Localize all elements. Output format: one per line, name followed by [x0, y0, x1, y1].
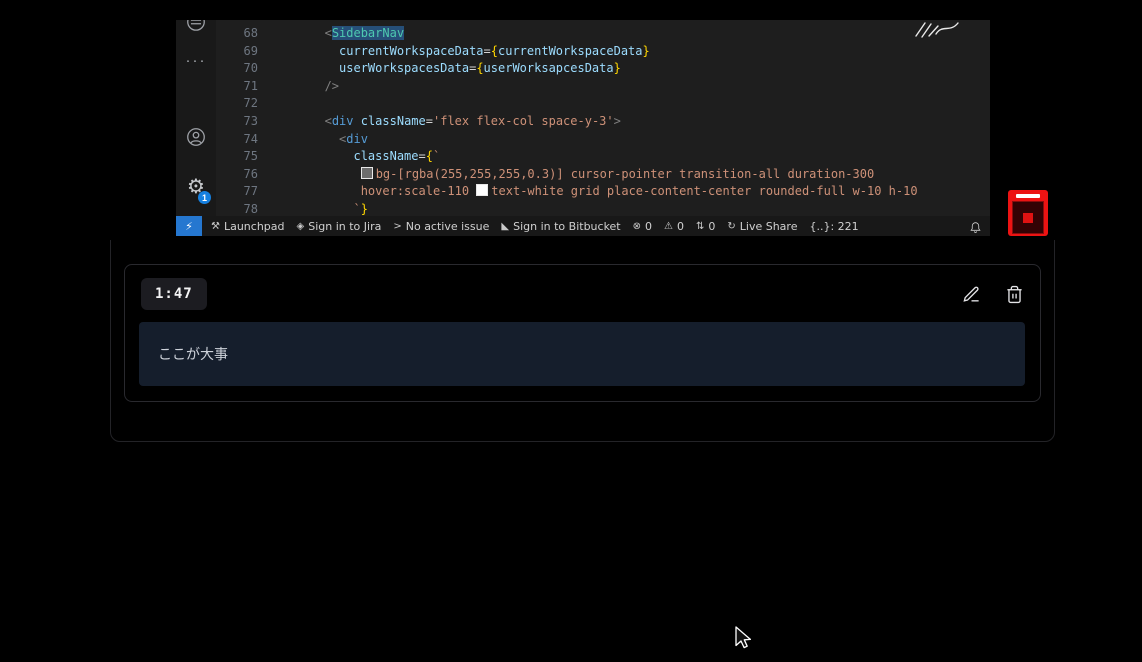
warnings-label: 0 [677, 220, 684, 233]
code-line: 70 userWorkspacesData={userWorksapcesDat… [216, 60, 990, 78]
ports-label: 0 [708, 220, 715, 233]
activity-bar: ··· ⚙ 1 [176, 20, 216, 216]
vscode-editor-frame: ··· ⚙ 1 68 <SidebarNav69 currentWorkspac… [176, 20, 990, 236]
line-number: 73 [216, 113, 258, 131]
code-line: 71 /> [216, 78, 990, 96]
color-swatch-icon [361, 167, 373, 179]
beaker-icon [176, 20, 216, 32]
card-actions [962, 285, 1024, 304]
status-item-launchpad: ⚒ Launchpad [205, 216, 291, 236]
status-item-bitbucket-signin: ◣ Sign in to Bitbucket [495, 216, 626, 236]
line-content [258, 95, 274, 113]
note-text: ここが大事 [158, 344, 228, 364]
status-item-ports: ⇅0 [690, 216, 721, 236]
launchpad-icon: ⚒ [211, 221, 220, 232]
errors-icon: ⊗ [633, 221, 641, 232]
saved-card-header: 1:47 [125, 265, 1040, 322]
status-item-selection-count: {..}: 221 [803, 216, 864, 236]
line-number: 76 [216, 166, 258, 184]
video-frame[interactable]: ··· ⚙ 1 68 <SidebarNav69 currentWorkspac… [110, 20, 990, 236]
line-content: /> [258, 78, 339, 96]
code-line: 76 bg-[rgba(255,255,255,0.3)] cursor-poi… [216, 166, 990, 184]
line-number: 69 [216, 43, 258, 61]
delete-button[interactable] [1005, 285, 1024, 304]
status-bar: ⚡ ⚒ Launchpad ◈Sign in to Jira > No active i… [176, 216, 990, 236]
bitbucket-signin-icon: ◣ [501, 221, 509, 232]
code-line: 74 <div [216, 131, 990, 149]
code-line: 78 `} [216, 201, 990, 216]
line-number: 68 [216, 25, 258, 43]
line-content: hover:scale-110 text-white grid place-co… [258, 183, 918, 201]
line-content: className={` [258, 148, 440, 166]
active-issue-label: No active issue [406, 220, 490, 233]
video-player-area: ··· ⚙ 1 68 <SidebarNav69 currentWorkspac… [0, 20, 1142, 240]
logo-square [1023, 213, 1033, 223]
status-item-errors: ⊗0 [627, 216, 658, 236]
line-number: 70 [216, 60, 258, 78]
bitbucket-signin-label: Sign in to Bitbucket [513, 220, 621, 233]
errors-label: 0 [645, 220, 652, 233]
line-content: `} [258, 201, 368, 216]
code-line: 73 <div className='flex flex-col space-y… [216, 113, 990, 131]
code-line: 69 currentWorkspaceData={currentWorkspac… [216, 43, 990, 61]
ports-icon: ⇅ [696, 221, 704, 232]
code-line: 72 [216, 95, 990, 113]
launchpad-label: Launchpad [224, 220, 285, 233]
line-number: 78 [216, 201, 258, 216]
warnings-icon: ⚠ [664, 221, 673, 232]
status-item-jira-signin: ◈Sign in to Jira [291, 216, 388, 236]
account-icon [176, 126, 216, 148]
jira-signin-icon: ◈ [297, 221, 305, 232]
notifications-bell-icon [969, 220, 982, 233]
settings-badge: 1 [198, 191, 211, 204]
status-item-warnings: ⚠0 [658, 216, 690, 236]
pen-scribble-annotation [911, 20, 963, 42]
pencil-icon [962, 285, 981, 304]
live-share-label: Live Share [740, 220, 798, 233]
channel-logo [1008, 190, 1048, 236]
line-number: 75 [216, 148, 258, 166]
line-number: 77 [216, 183, 258, 201]
saved-time-card: 1:47 ここが大事 [124, 264, 1041, 402]
line-number: 72 [216, 95, 258, 113]
active-issue-icon: > [393, 221, 401, 232]
edit-button[interactable] [962, 285, 981, 304]
status-item-active-issue: > No active issue [387, 216, 495, 236]
line-content: <SidebarNav [258, 25, 404, 43]
note-area[interactable]: ここが大事 [139, 322, 1025, 386]
code-line: 68 <SidebarNav [216, 25, 990, 43]
mouse-cursor [733, 625, 753, 651]
line-number: 71 [216, 78, 258, 96]
line-content: <div className='flex flex-col space-y-3'… [258, 113, 621, 131]
line-content: <div [258, 131, 368, 149]
code-lines: 68 <SidebarNav69 currentWorkspaceData={c… [216, 25, 990, 216]
color-swatch-icon [476, 184, 488, 196]
selection-count-label: {..}: 221 [809, 220, 858, 233]
remote-indicator-icon: ⚡ [176, 216, 202, 236]
more-actions-icon: ··· [176, 52, 216, 69]
timestamp-badge[interactable]: 1:47 [141, 278, 207, 310]
line-content: currentWorkspaceData={currentWorkspaceDa… [258, 43, 650, 61]
code-line: 77 hover:scale-110 text-white grid place… [216, 183, 990, 201]
line-content: bg-[rgba(255,255,255,0.3)] cursor-pointe… [258, 166, 874, 184]
status-item-live-share: ↻ Live Share [721, 216, 803, 236]
logo-panel [1012, 201, 1044, 234]
live-share-icon: ↻ [727, 221, 735, 232]
line-content: userWorkspacesData={userWorksapcesData} [258, 60, 621, 78]
trash-icon [1005, 285, 1024, 304]
jira-signin-label: Sign in to Jira [308, 220, 381, 233]
settings-gear-icon: ⚙ 1 [176, 174, 216, 199]
status-items: ⚒ Launchpad ◈Sign in to Jira > No active iss… [205, 216, 865, 236]
code-line: 75 className={` [216, 148, 990, 166]
logo-text-strip [1016, 194, 1040, 198]
line-number: 74 [216, 131, 258, 149]
code-editor: 68 <SidebarNav69 currentWorkspaceData={c… [216, 20, 990, 216]
